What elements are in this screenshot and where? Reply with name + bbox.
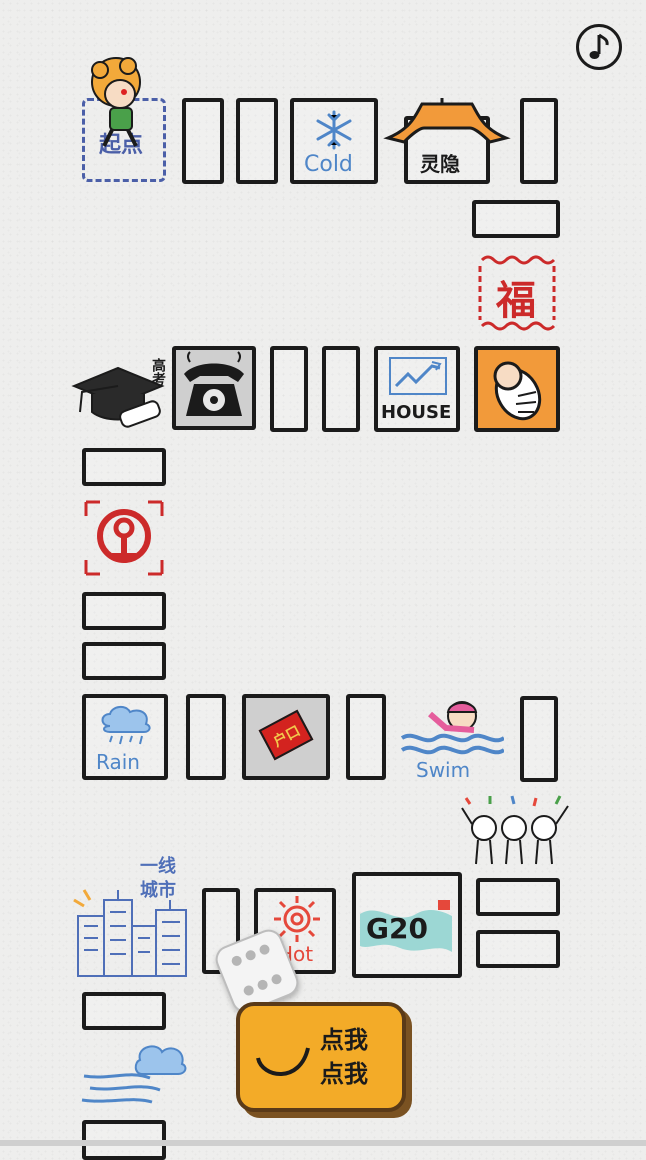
tile-blank: [476, 930, 560, 968]
hukou-label: 户口: [270, 723, 304, 751]
tile-g20: G20: [352, 872, 462, 978]
tile-swim: Swim: [400, 694, 504, 784]
tile-blank: [476, 878, 560, 916]
music-note-icon: [589, 33, 609, 59]
rain-label: Rain: [96, 750, 140, 774]
city-label-line1: 一线: [140, 856, 176, 877]
bottom-edge: [0, 1140, 646, 1146]
tile-blank: [322, 346, 360, 432]
tile-blank: [82, 448, 166, 486]
tile-house-price: HOUSE: [374, 346, 460, 432]
music-toggle-button[interactable]: [576, 24, 622, 70]
g20-label: G20: [366, 912, 428, 945]
tile-blank: [270, 346, 308, 432]
tile-blank: [82, 642, 166, 680]
hukou-booklet-icon: 户口: [258, 709, 314, 761]
temple-label: 灵隐: [420, 152, 460, 176]
swimmer-icon: [400, 701, 504, 755]
tile-blank: [236, 98, 278, 184]
tile-baby: [474, 346, 560, 432]
roll-dice-button[interactable]: 点我 点我: [236, 1002, 406, 1112]
temple-roof-icon: [383, 98, 511, 144]
wind-icon: [81, 1045, 187, 1104]
gaokao-label: 高考: [150, 358, 166, 386]
tile-fu-blessing: 福: [474, 250, 560, 336]
fu-label: 福: [496, 278, 536, 324]
house-label: HOUSE: [381, 402, 452, 423]
tile-blank: [520, 98, 558, 184]
tile-blank: [186, 694, 226, 780]
rain-cloud-icon: [101, 706, 151, 745]
tile-telephone: [172, 346, 256, 430]
railway-logo-icon: [84, 500, 164, 576]
roll-button-line1: 点我: [320, 1026, 368, 1054]
baby-icon: [493, 361, 542, 421]
tile-cold: Cold: [290, 98, 378, 184]
telephone-icon: [184, 351, 244, 416]
cheering-crowd-icon: [461, 795, 569, 865]
tile-blank: [472, 200, 560, 238]
tile-railway: [82, 498, 166, 578]
snowflake-icon: [316, 110, 352, 150]
tile-blank: [346, 694, 386, 780]
tile-blank: [182, 98, 224, 184]
tile-rain: Rain: [82, 694, 168, 780]
smile-curve-icon: [256, 1047, 310, 1076]
roll-button-line2: 点我: [320, 1060, 368, 1088]
swim-label: Swim: [416, 758, 471, 782]
tile-blank: [82, 992, 166, 1030]
tile-blank: [520, 696, 558, 782]
rising-chart-icon: [389, 357, 447, 395]
cold-label: Cold: [304, 152, 353, 177]
tile-hukou: 户口: [242, 694, 330, 780]
city-label-line2: 城市: [140, 880, 176, 901]
player-avatar: [82, 54, 152, 154]
tile-blank: [82, 592, 166, 630]
